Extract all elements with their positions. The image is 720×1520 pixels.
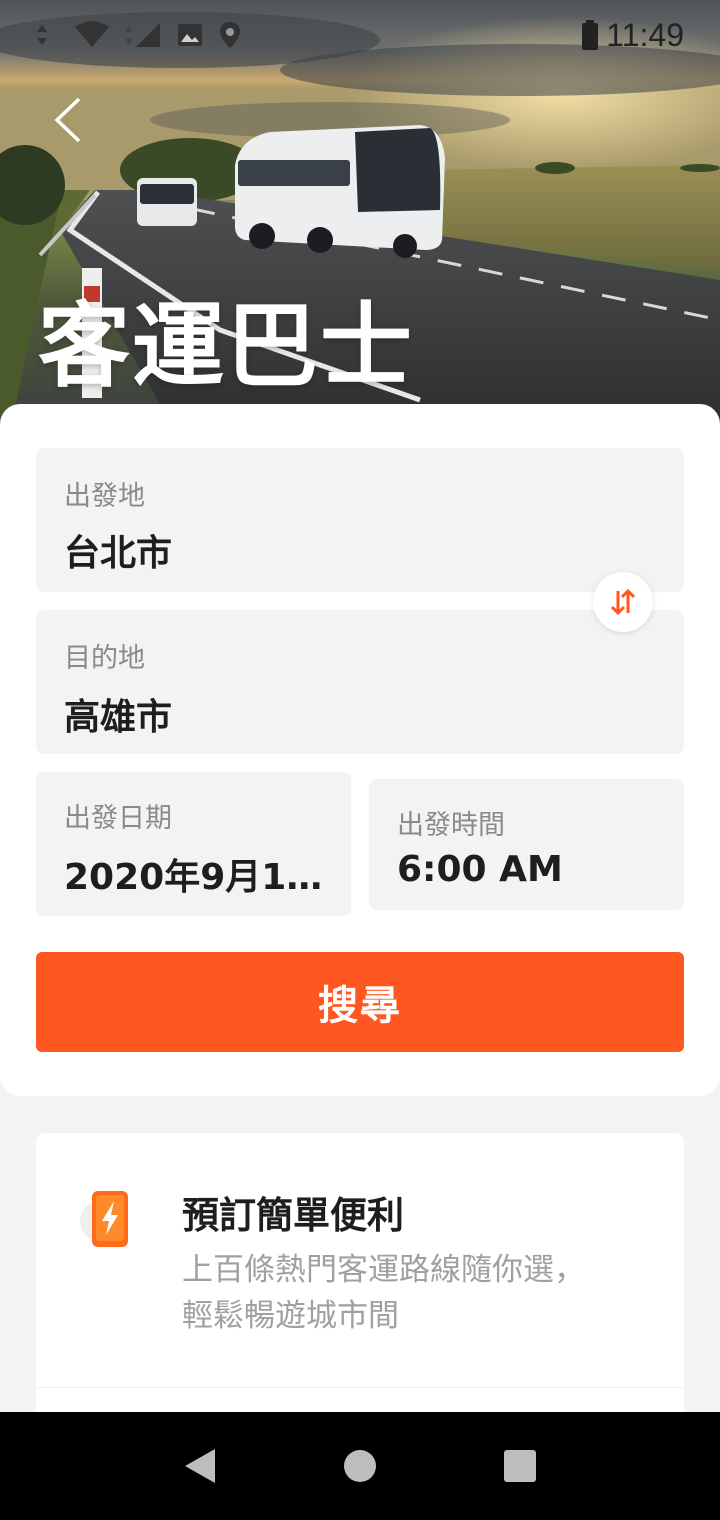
nav-back-button[interactable]: [170, 1436, 230, 1496]
page-title: 客運巴士: [38, 293, 415, 400]
swap-locations-button[interactable]: [593, 572, 653, 632]
location-icon: [220, 22, 240, 48]
origin-label: 出發地: [64, 481, 145, 512]
origin-field[interactable]: 出發地 台北市: [36, 448, 684, 592]
phone-lightning-icon: [78, 1187, 142, 1251]
departure-time-value: 6:00 AM: [397, 849, 563, 890]
departure-date-value: 2020年9月1…: [64, 857, 323, 898]
data-arrows-icon: [37, 25, 47, 45]
hero-banner: 11:49 客運巴士: [0, 0, 720, 430]
search-form-card: 出發地 台北市 目的地 高雄市 出發日期 2020年9月1… 出發時間 6:00…: [0, 404, 720, 1096]
destination-field[interactable]: 目的地 高雄市: [36, 610, 684, 754]
triangle-back-icon: [185, 1449, 215, 1483]
departure-date-label: 出發日期: [64, 803, 172, 834]
chevron-left-icon: [54, 97, 81, 143]
image-notification-icon: [178, 24, 202, 46]
feature-description: 上百條熱門客運路線隨你選， 輕鬆暢遊城市間: [182, 1247, 652, 1339]
feature-card: 預訂簡單便利 上百條熱門客運路線隨你選， 輕鬆暢遊城市間: [36, 1133, 684, 1433]
divider: [36, 1387, 684, 1388]
feature-description-line-2: 輕鬆暢遊城市間: [182, 1298, 399, 1334]
back-button[interactable]: [40, 90, 96, 150]
square-recents-icon: [504, 1450, 536, 1482]
swap-arrows-icon: [610, 588, 636, 616]
search-button[interactable]: 搜尋: [36, 952, 684, 1052]
nav-recents-button[interactable]: [490, 1436, 550, 1496]
cellular-signal-icon: [125, 23, 160, 47]
departure-date-field[interactable]: 出發日期 2020年9月1…: [36, 772, 351, 916]
status-bar: 11:49: [0, 0, 720, 70]
departure-time-label: 出發時間: [397, 810, 505, 841]
departure-time-field[interactable]: 出發時間 6:00 AM: [369, 779, 684, 910]
nav-home-button[interactable]: [330, 1436, 390, 1496]
wifi-icon: [75, 21, 109, 47]
system-navigation-bar: [0, 1412, 720, 1520]
battery-icon: [582, 20, 599, 50]
feature-description-line-1: 上百條熱門客運路線隨你選，: [182, 1252, 585, 1288]
status-time: 11:49: [606, 16, 684, 53]
origin-value: 台北市: [64, 533, 173, 574]
circle-home-icon: [344, 1450, 376, 1482]
destination-label: 目的地: [64, 643, 145, 674]
destination-value: 高雄市: [64, 697, 173, 738]
feature-title: 預訂簡單便利: [182, 1194, 404, 1237]
